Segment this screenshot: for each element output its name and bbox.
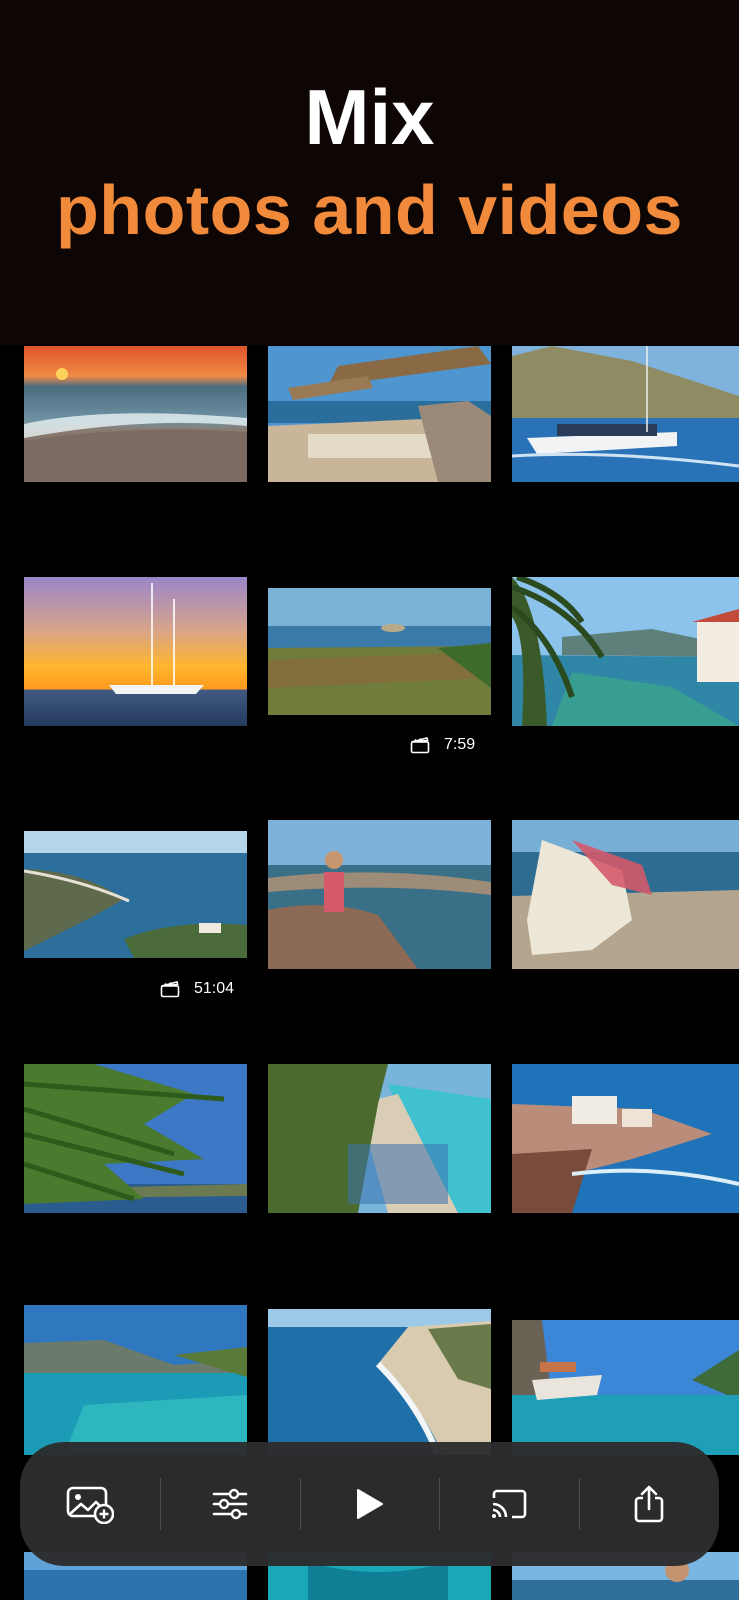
grid-photo[interactable] — [268, 820, 491, 969]
grid-video[interactable] — [268, 588, 491, 715]
grid-photo[interactable] — [512, 820, 739, 969]
play-icon — [357, 1489, 384, 1519]
share-icon — [634, 1485, 664, 1523]
grid-video[interactable] — [24, 831, 247, 958]
video-clip-icon — [160, 981, 180, 998]
grid-photo[interactable] — [268, 1309, 491, 1455]
video-duration-text: 7:59 — [444, 736, 476, 753]
cast-icon — [492, 1489, 527, 1519]
bottom-toolbar — [20, 1442, 719, 1566]
video-duration: 7:59 — [410, 736, 475, 754]
video-duration: 51:04 — [160, 980, 234, 998]
grid-photo[interactable] — [24, 346, 247, 482]
grid-photo[interactable] — [268, 346, 491, 482]
hero-title-line1: Mix — [304, 73, 435, 161]
grid-photo[interactable] — [24, 1064, 247, 1213]
add-photo-button[interactable] — [20, 1442, 160, 1566]
add-photo-icon — [66, 1486, 114, 1524]
share-button[interactable] — [579, 1442, 719, 1566]
grid-photo[interactable] — [268, 1064, 491, 1213]
grid-photo[interactable] — [512, 346, 739, 482]
video-duration-text: 51:04 — [194, 980, 235, 997]
cast-button[interactable] — [439, 1442, 579, 1566]
grid-photo[interactable] — [24, 577, 247, 726]
grid-photo[interactable] — [512, 1064, 739, 1213]
video-clip-icon — [410, 737, 430, 754]
hero-banner: Mix photos and videos — [0, 0, 739, 345]
grid-photo[interactable] — [512, 577, 739, 726]
grid-photo[interactable] — [512, 1320, 739, 1455]
grid-photo[interactable] — [24, 1305, 247, 1455]
hero-title-line2: photos and videos — [56, 171, 683, 249]
adjust-button[interactable] — [159, 1442, 300, 1566]
sliders-icon — [212, 1488, 247, 1520]
play-button[interactable] — [299, 1442, 440, 1566]
